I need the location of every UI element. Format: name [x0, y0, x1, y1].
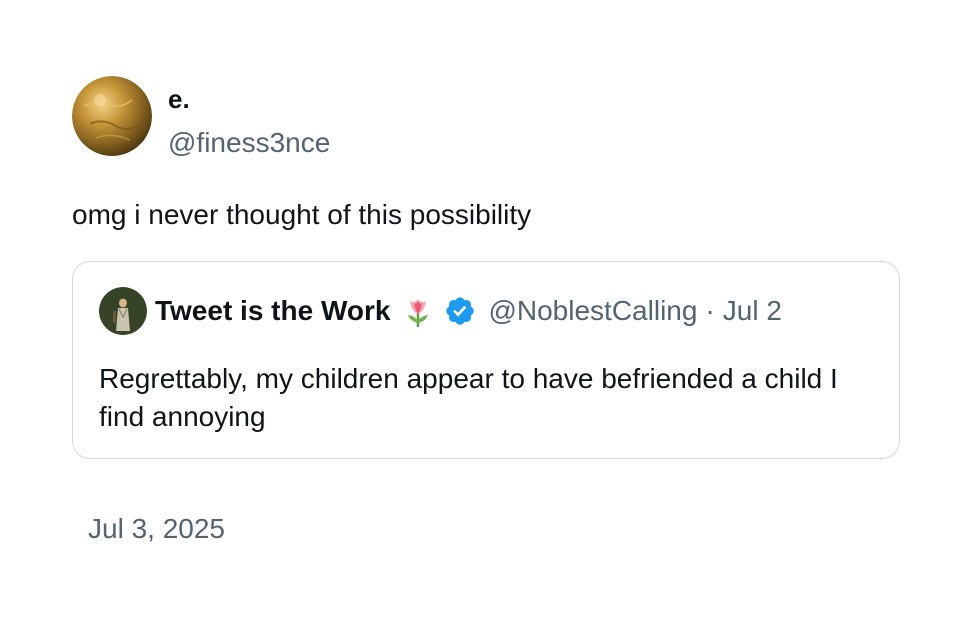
quoted-author-display-name[interactable]: Tweet is the Work	[155, 295, 390, 327]
tweet-text: omg i never thought of this possibility	[72, 199, 532, 230]
author-handle[interactable]: @finess3nce	[168, 127, 330, 159]
author-avatar[interactable]	[72, 76, 152, 156]
painting-avatar-icon	[99, 287, 147, 335]
separator-dot: ·	[705, 295, 715, 326]
gold-sphere-avatar-icon	[72, 76, 152, 156]
quoted-tweet-text: Regrettably, my children appear to have …	[99, 363, 838, 432]
quoted-author-handle[interactable]: @NoblestCalling	[488, 295, 697, 327]
tweet-card: e. @finess3nce omg i never thought of th…	[0, 0, 970, 622]
quoted-tweet-date[interactable]: Jul 2	[723, 295, 782, 327]
quoted-author-avatar[interactable]	[99, 287, 147, 335]
author-display-name[interactable]: e.	[168, 84, 190, 114]
quoted-tweet-card[interactable]: Tweet is the Work @NoblestCalling · Jul …	[72, 261, 900, 459]
tweet-timestamp[interactable]: Jul 3, 2025	[88, 513, 225, 545]
verified-badge-icon	[444, 295, 476, 327]
quoted-tweet-header: Tweet is the Work @NoblestCalling · Jul …	[99, 287, 782, 335]
tulip-icon	[400, 293, 436, 329]
